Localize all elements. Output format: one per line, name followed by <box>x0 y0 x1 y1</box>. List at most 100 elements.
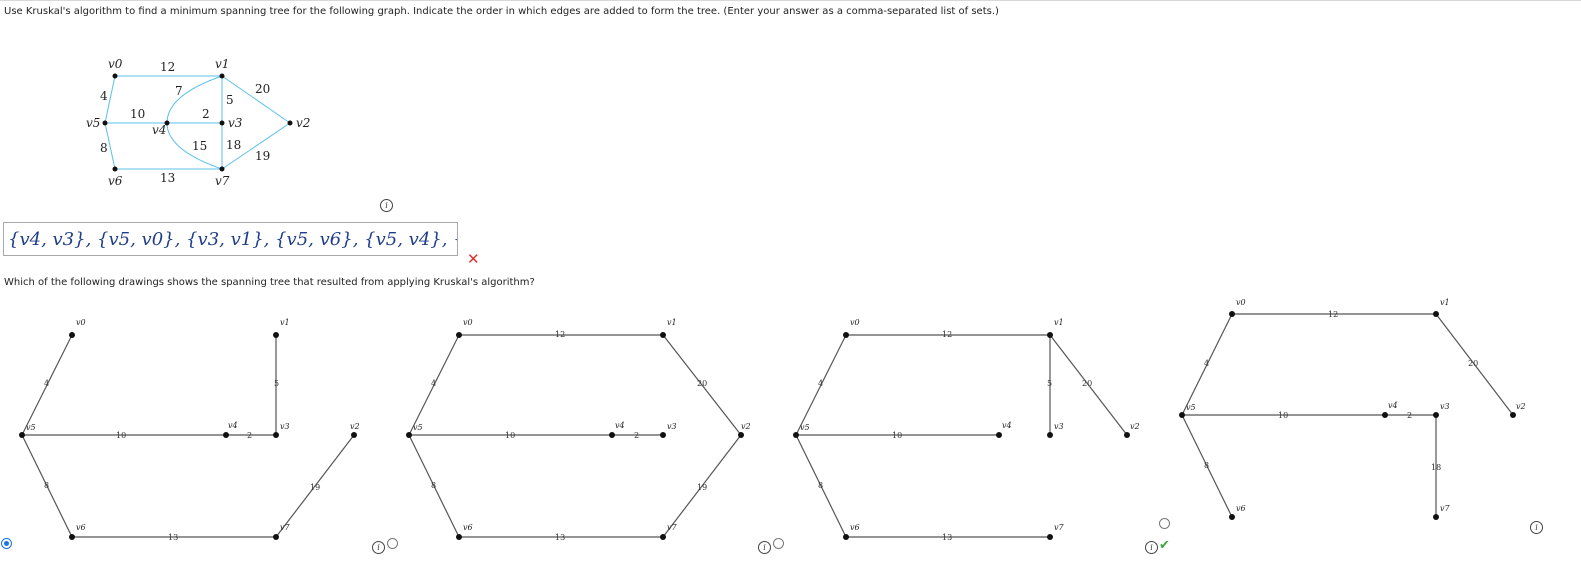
edge-weight-v4-v3: 2 <box>202 107 210 121</box>
edge-weight-v3-v7: 18 <box>226 138 241 152</box>
edge-weight: 2 <box>247 431 252 440</box>
edge-weight: 18 <box>1431 463 1441 472</box>
check-mark-icon: ✔ <box>1159 538 1170 553</box>
edge-weight: 4 <box>431 379 436 388</box>
question-prompt-2: Which of the following drawings shows th… <box>4 277 535 288</box>
edge-weight: 19 <box>697 483 707 492</box>
edge-weight: 2 <box>1407 411 1412 420</box>
edge-weight: 10 <box>116 431 126 440</box>
edge-weight: 8 <box>44 481 49 490</box>
radio-choice-d[interactable] <box>1159 518 1170 529</box>
choice-drawing-b[interactable]: v0 v1 v2 v3 v4 v5 v6 v7 4 12 20 10 2 8 1… <box>395 315 775 545</box>
edge-weight: 4 <box>1204 359 1209 368</box>
edge-weight-v4-v7: 15 <box>192 139 207 153</box>
vertex-label-v1: v1 <box>215 57 229 71</box>
choice-drawing-a[interactable]: v0 v1 v2 v3 v4 v5 v6 v7 4 5 10 2 8 13 19 <box>0 315 370 545</box>
edge-weight-v1-v2: 20 <box>255 82 270 96</box>
vertex-label: v2 <box>350 422 360 431</box>
vertex-label: v3 <box>280 422 290 431</box>
edge-weight: 8 <box>431 481 436 490</box>
edge-weight: 8 <box>1204 461 1209 470</box>
vertex-label-v7: v7 <box>215 174 230 188</box>
edge-weight: 2 <box>634 431 639 440</box>
edge-weight-v0-v1: 12 <box>160 60 175 74</box>
info-icon[interactable]: i <box>1145 541 1158 554</box>
edge-weight: 19 <box>310 483 320 492</box>
vertex-label: v2 <box>741 422 751 431</box>
vertex-label: v5 <box>26 423 36 432</box>
edge-weight: 12 <box>555 330 565 339</box>
edge-weight: 13 <box>168 533 178 542</box>
vertex-label-v5: v5 <box>86 116 100 130</box>
info-icon[interactable]: i <box>1530 521 1543 534</box>
edge-weight: 13 <box>942 533 952 542</box>
vertex-label: v0 <box>850 318 860 327</box>
edge-weight: 10 <box>1278 411 1288 420</box>
incorrect-x-icon: ✕ <box>467 250 480 268</box>
vertex-label: v4 <box>615 421 625 430</box>
vertex-label-v6: v6 <box>108 174 123 188</box>
vertex-label: v6 <box>463 523 473 532</box>
edge-weight-v5-v6: 8 <box>100 141 108 155</box>
edge-weight-v0-v5: 4 <box>100 89 108 103</box>
edge-weight-v5-v4: 10 <box>130 107 145 121</box>
vertex-label: v1 <box>280 318 290 327</box>
vertex-label: v1 <box>667 318 677 327</box>
vertex-label: v7 <box>1440 504 1451 513</box>
edge-weight: 20 <box>1468 359 1478 368</box>
vertex-label: v2 <box>1516 402 1526 411</box>
vertex-label: v6 <box>1236 504 1246 513</box>
vertex-label: v6 <box>76 523 86 532</box>
edge-weight: 5 <box>274 379 279 388</box>
vertex-label: v5 <box>1186 403 1196 412</box>
edge-weight: 4 <box>818 379 823 388</box>
edge-weight: 10 <box>892 431 902 440</box>
vertex-label-v3: v3 <box>228 116 243 130</box>
edge-weight: 8 <box>818 481 823 490</box>
radio-choice-c[interactable] <box>773 538 784 549</box>
edge-weight: 12 <box>942 330 952 339</box>
answer-input[interactable]: {v4, v3}, {v5, v0}, {v3, v1}, {v5, v6}, … <box>3 222 458 256</box>
edge-weight: 20 <box>697 379 707 388</box>
vertex-label-v2: v2 <box>296 116 310 130</box>
vertex-label: v5 <box>413 423 423 432</box>
vertex-label: v7 <box>667 523 678 532</box>
edge-weight: 4 <box>44 379 49 388</box>
vertex-label: v5 <box>800 423 810 432</box>
vertex-label: v7 <box>1054 523 1065 532</box>
weighted-graph: v0 v1 v2 v3 v4 v5 v6 v7 12 4 7 5 20 10 2… <box>86 57 310 188</box>
edge-weight: 20 <box>1082 379 1092 388</box>
choice-drawing-d[interactable]: v0 v1 v2 v3 v4 v5 v6 v7 4 12 20 10 2 8 1… <box>1170 295 1540 525</box>
radio-choice-a[interactable] <box>1 538 12 549</box>
radio-choice-b[interactable] <box>387 538 398 549</box>
question-prompt: Use Kruskal's algorithm to find a minimu… <box>4 6 999 17</box>
edge-weight: 10 <box>505 431 515 440</box>
top-divider <box>0 0 1581 1</box>
edge-weight: 12 <box>1328 310 1338 319</box>
edge-weight-v6-v7: 13 <box>160 171 175 185</box>
vertex-label: v4 <box>228 421 238 430</box>
edge-weight-v7-v2: 19 <box>255 149 270 163</box>
vertex-label: v7 <box>280 523 291 532</box>
vertex-label: v1 <box>1440 298 1450 307</box>
info-icon[interactable]: i <box>372 541 385 554</box>
vertex-label-v4: v4 <box>152 123 166 137</box>
vertex-label: v0 <box>463 318 473 327</box>
info-icon[interactable]: i <box>758 541 771 554</box>
edge-weight: 5 <box>1047 379 1052 388</box>
vertex-label: v3 <box>667 422 677 431</box>
vertex-label: v6 <box>850 523 860 532</box>
vertex-label: v1 <box>1054 318 1064 327</box>
edge-weight: 13 <box>555 533 565 542</box>
vertex-label-v0: v0 <box>108 57 123 71</box>
edge-weight-v1-v3: 5 <box>226 93 234 107</box>
vertex-label: v3 <box>1440 402 1450 411</box>
vertex-label: v3 <box>1054 422 1064 431</box>
info-icon[interactable]: i <box>380 199 393 212</box>
vertex-label: v2 <box>1130 422 1140 431</box>
choice-drawing-c[interactable]: v0 v1 v2 v3 v4 v5 v6 v7 4 12 5 20 10 8 1… <box>785 315 1145 545</box>
edge-weight-v1-v4: 7 <box>175 84 183 98</box>
vertex-label: v4 <box>1388 401 1398 410</box>
vertex-label: v4 <box>1002 421 1012 430</box>
vertex-label: v0 <box>76 318 86 327</box>
